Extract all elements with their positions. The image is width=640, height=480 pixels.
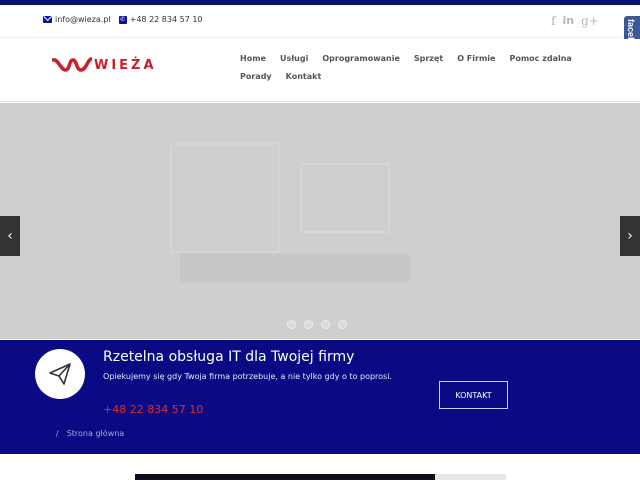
nav-item-uslugi[interactable]: Usługi [280,55,308,63]
nav-item-oprogramowanie[interactable]: Oprogramowanie [322,55,400,63]
paper-plane-icon [49,363,71,385]
slider-dot[interactable] [304,320,313,329]
social-links: f in g+ [551,14,599,28]
breadcrumb-home-link[interactable]: Strona główna [67,429,125,438]
nav-item-o-firmie[interactable]: O Firmie [457,55,495,63]
google-plus-icon[interactable]: g+ [581,14,599,28]
call-to-action-banner: Rzetelna obsługa IT dla Twojej firmy Opi… [0,340,640,454]
slide-image-detail [300,163,390,233]
email-link[interactable]: info@wieza.pl [55,15,111,24]
cta-subtitle: Opiekujemy się gdy Twoja firma potrzebuj… [103,372,392,381]
nav-item-sprzet[interactable]: Sprzęt [414,55,443,63]
linkedin-icon[interactable]: in [562,14,574,28]
breadcrumb: / Strona główna [56,429,124,438]
content-image [135,474,435,480]
slider-dot[interactable] [287,320,296,329]
top-contact-bar: info@wieza.pl ✆ +48 22 834 57 10 f in g+ [0,5,640,38]
hero-slider: ‹ › [0,103,640,339]
cta-phone[interactable]: +48 22 834 57 10 [103,403,203,416]
slider-pagination [287,320,347,329]
envelope-icon [43,16,52,23]
slider-dot[interactable] [321,320,330,329]
main-navigation: Home Usługi Oprogramowanie Sprzęt O Firm… [240,55,600,81]
contact-info: info@wieza.pl ✆ +48 22 834 57 10 [43,15,203,24]
facebook-icon[interactable]: f [551,14,555,28]
logo-mark-icon [52,57,92,72]
slider-dot[interactable] [338,320,347,329]
logo-text: WIEŻA [94,57,157,73]
content-image-side [435,474,506,480]
contact-button[interactable]: KONTAKT [439,381,508,409]
slide-image-desk [180,253,410,283]
slider-prev-button[interactable]: ‹ [0,216,20,256]
cta-title: Rzetelna obsługa IT dla Twojej firmy [103,349,355,365]
slide-image [170,143,280,253]
nav-item-porady[interactable]: Porady [240,73,272,81]
nav-item-kontakt[interactable]: Kontakt [286,73,322,81]
phone-number[interactable]: +48 22 834 57 10 [130,15,203,24]
breadcrumb-separator: / [56,429,59,438]
nav-item-pomoc-zdalna[interactable]: Pomoc zdalna [509,55,571,63]
site-header: WIEŻA Home Usługi Oprogramowanie Sprzęt … [0,39,640,102]
site-logo[interactable]: WIEŻA [52,55,157,75]
slider-next-button[interactable]: › [620,216,640,256]
nav-item-home[interactable]: Home [240,55,266,63]
phone-icon: ✆ [118,15,127,24]
paper-plane-badge [35,349,85,399]
